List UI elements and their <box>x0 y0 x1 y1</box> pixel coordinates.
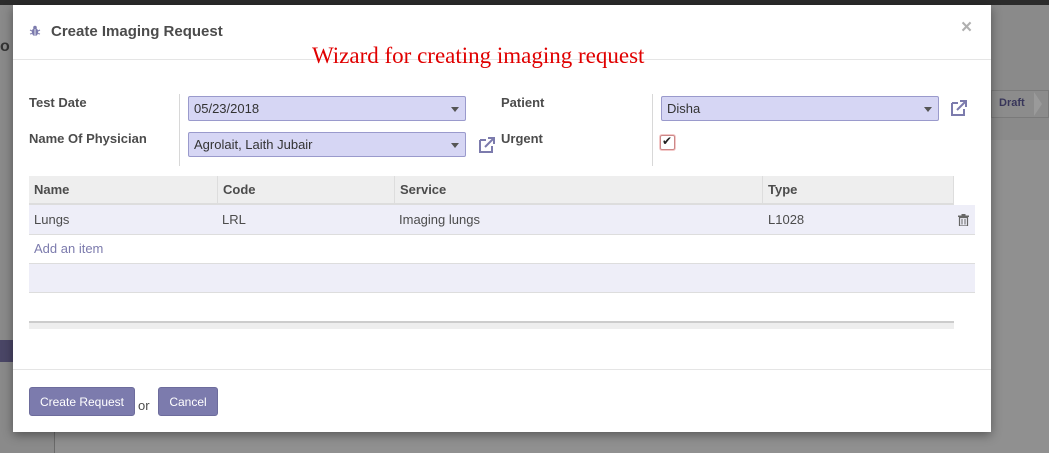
table-header: Name Code Service Type <box>29 176 954 205</box>
modal-title: Create Imaging Request <box>51 23 223 40</box>
external-link-icon[interactable] <box>477 135 497 155</box>
add-item-link[interactable]: Add an item <box>34 241 103 256</box>
or-separator: or <box>138 398 150 413</box>
physician-field[interactable]: Agrolait, Laith Jubair <box>188 132 466 157</box>
urgent-checkbox[interactable]: ✔ <box>660 134 675 150</box>
column-header-service[interactable]: Service <box>395 176 763 203</box>
checkmark-icon: ✔ <box>662 134 673 148</box>
patient-value: Disha <box>667 101 701 116</box>
chevron-down-icon <box>451 107 459 112</box>
annotation-caption: Wizard for creating imaging request <box>312 43 645 68</box>
patient-label: Patient <box>501 95 545 110</box>
cancel-button[interactable]: Cancel <box>158 387 218 416</box>
external-link-icon[interactable] <box>949 98 969 118</box>
left-field-divider <box>179 94 180 166</box>
urgent-label: Urgent <box>501 131 543 146</box>
right-field-divider <box>652 94 653 166</box>
physician-label: Name Of Physician <box>29 131 147 146</box>
create-request-button[interactable]: Create Request <box>29 387 135 416</box>
table-cell-name: Lungs <box>34 212 70 227</box>
patient-field[interactable]: Disha <box>661 96 939 121</box>
table-cell-type: L1028 <box>768 212 805 227</box>
table-cell-code: LRL <box>222 212 246 227</box>
column-header-name[interactable]: Name <box>29 176 218 203</box>
physician-value: Agrolait, Laith Jubair <box>194 137 313 152</box>
create-imaging-request-dialog: Create Imaging Request × Wizard for crea… <box>13 5 991 432</box>
test-date-value: 05/23/2018 <box>194 101 260 116</box>
table-empty-row <box>29 264 975 293</box>
modal-footer: Create Request or Cancel <box>13 369 991 432</box>
trash-icon[interactable] <box>958 214 969 226</box>
column-header-type[interactable]: Type <box>763 176 954 203</box>
background-left-bar <box>0 340 13 362</box>
table-cell-service: Imaging lungs <box>399 212 480 227</box>
test-date-label: Test Date <box>29 95 87 110</box>
chevron-down-icon <box>924 107 932 112</box>
chevron-down-icon <box>451 143 459 148</box>
column-header-code[interactable]: Code <box>218 176 395 203</box>
table-row[interactable]: Lungs LRL Imaging lungs L1028 <box>29 205 975 235</box>
background-status-label: Draft <box>999 97 1025 109</box>
bug-icon <box>29 25 41 36</box>
background-left-stub: o <box>0 38 10 55</box>
test-date-field[interactable]: 05/23/2018 <box>188 96 466 121</box>
table-footer <box>29 321 954 329</box>
close-icon[interactable]: × <box>961 17 972 39</box>
background-status-arrow <box>1034 92 1042 116</box>
